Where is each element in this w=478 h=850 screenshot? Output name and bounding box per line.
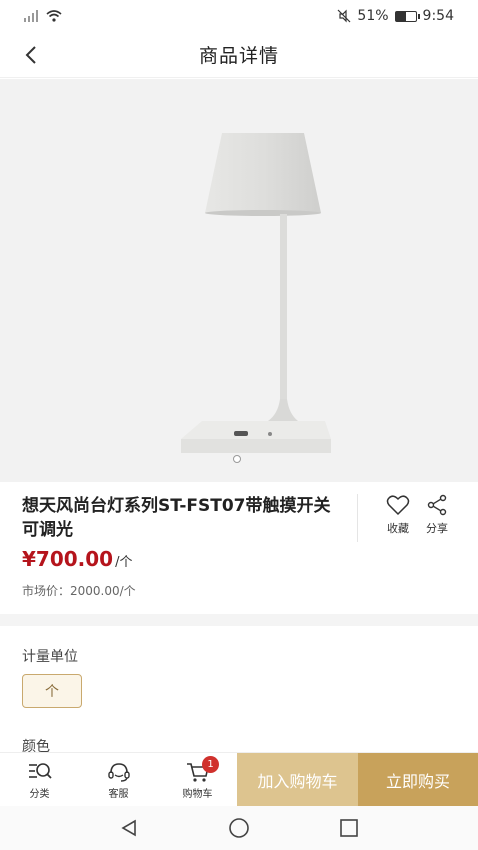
square-recents-icon: [340, 819, 358, 837]
bottom-action-bar: 分类 客服 购物车 1 加入购物车 立即购买: [0, 752, 478, 807]
share-icon: [427, 494, 447, 516]
add-to-cart-button[interactable]: 加入购物车: [237, 753, 358, 807]
cart-badge: 1: [202, 756, 219, 773]
status-left: [24, 10, 62, 22]
signal-icon: [24, 10, 38, 22]
battery-text: 51%: [357, 8, 389, 24]
nav-customer-service-label: 客服: [108, 788, 129, 800]
page-header: 商品详情: [0, 32, 478, 78]
price-value: ¥700.00: [22, 547, 114, 571]
battery-icon: [394, 10, 420, 22]
category-search-icon: [28, 762, 52, 779]
product-image-carousel[interactable]: [0, 79, 478, 482]
heart-icon: [386, 495, 410, 516]
system-nav-bar: [0, 806, 478, 850]
product-title: 想天风尚台灯系列ST-FST07带触摸开关可调光: [22, 496, 331, 540]
customer-service-icon: [107, 762, 130, 782]
nav-customer-service[interactable]: 客服: [79, 753, 158, 807]
battery-fill: [395, 11, 406, 21]
nav-cart-label: 购物车: [182, 788, 213, 800]
status-right: 51% 9:54: [337, 8, 454, 24]
nav-category[interactable]: 分类: [0, 753, 79, 807]
unit-label: 计量单位: [22, 649, 78, 665]
back-button[interactable]: [14, 38, 48, 72]
nav-category-label: 分类: [29, 788, 50, 800]
product-options: 计量单位 个 颜色: [0, 626, 478, 755]
clock: 9:54: [422, 8, 454, 24]
wifi-icon: [46, 10, 62, 22]
price: ¥700.00 /个: [22, 547, 132, 571]
status-bar: 51% 9:54: [0, 0, 478, 32]
circle-home-icon: [229, 818, 249, 838]
share-label: 分享: [426, 522, 448, 535]
page-title: 商品详情: [198, 45, 279, 67]
carousel-dot[interactable]: [233, 455, 241, 463]
chevron-left-icon: [25, 46, 36, 64]
product-image: [181, 133, 331, 453]
system-back-button[interactable]: [114, 813, 144, 843]
nav-cart[interactable]: 购物车 1: [158, 753, 237, 807]
triangle-back-icon: [121, 819, 136, 837]
product-info: 想天风尚台灯系列ST-FST07带触摸开关可调光 收藏 分享 ¥700.00 /…: [0, 482, 478, 614]
section-gap: [0, 614, 478, 626]
system-recents-button[interactable]: [334, 813, 364, 843]
favorite-label: 收藏: [387, 522, 409, 535]
market-price: 市场价：2000.00/个: [22, 584, 136, 598]
system-home-button[interactable]: [224, 813, 254, 843]
unit-option-chip[interactable]: 个: [22, 674, 82, 708]
mute-icon: [337, 9, 351, 23]
price-unit: /个: [115, 555, 133, 570]
share-button[interactable]: 分享: [417, 494, 457, 536]
buy-now-button[interactable]: 立即购买: [358, 753, 478, 807]
divider: [357, 494, 358, 542]
favorite-button[interactable]: 收藏: [378, 494, 418, 536]
